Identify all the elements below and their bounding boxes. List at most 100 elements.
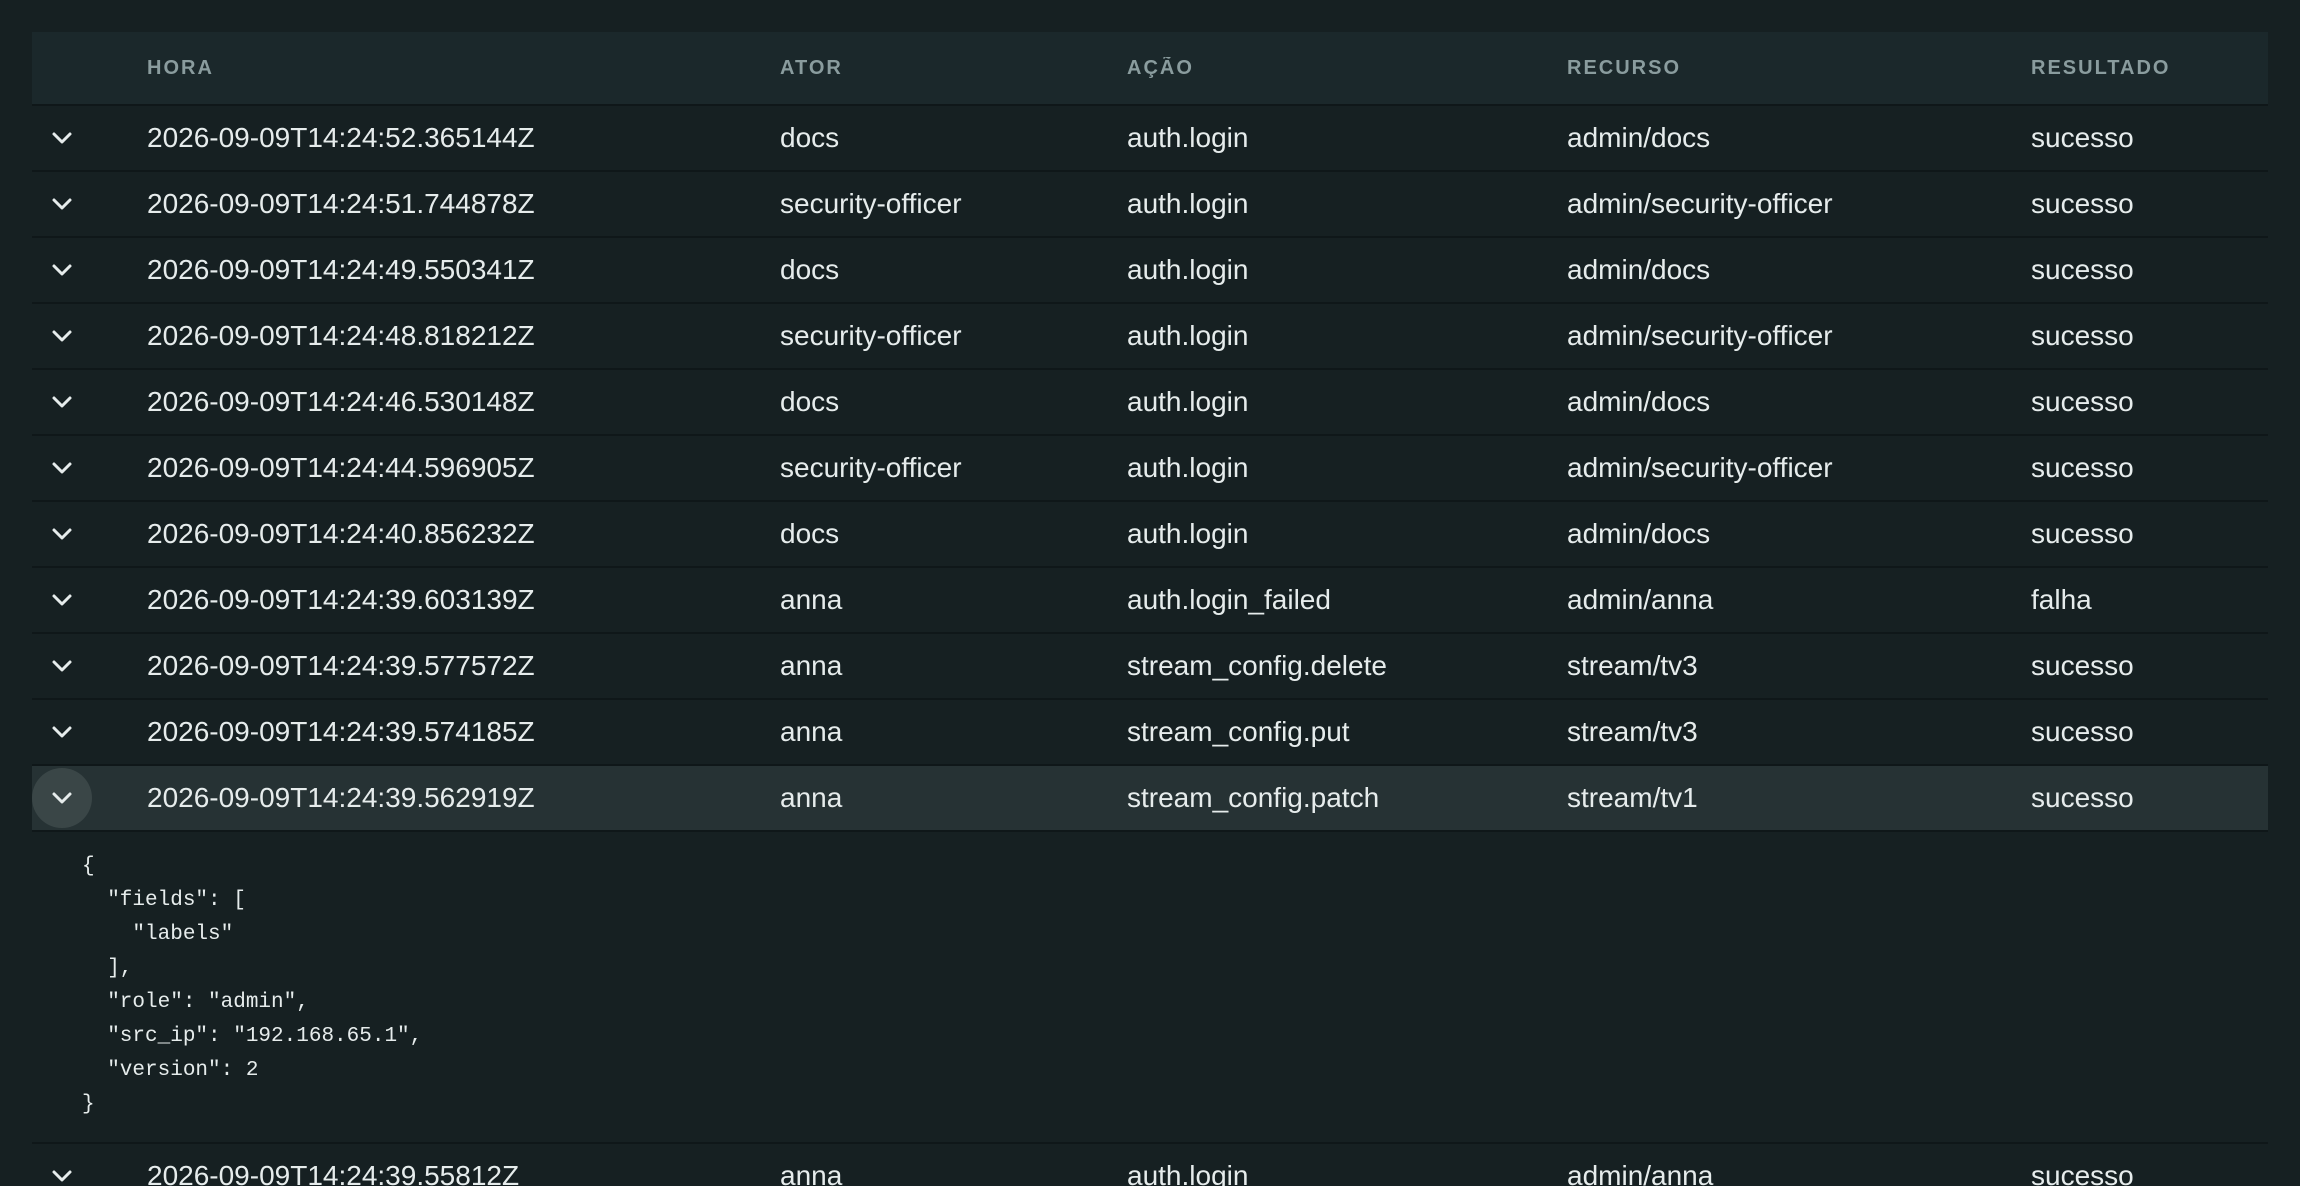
table-row[interactable]: 2026-09-09T14:24:46.530148Z docs auth.logi… bbox=[32, 370, 2268, 436]
table-row[interactable]: 2026-09-09T14:24:39.574185Z anna stream_co… bbox=[32, 700, 2268, 766]
row-details-panel: { "fields": [ "labels" ], "role": "admin… bbox=[32, 832, 2268, 1144]
cell-result: sucesso bbox=[2031, 782, 2134, 813]
chevron-down-icon bbox=[51, 791, 73, 805]
column-header-actor[interactable]: ATOR bbox=[780, 57, 1127, 80]
table-row[interactable]: 2026-09-09T14:24:49.550341Z docs auth.logi… bbox=[32, 238, 2268, 304]
chevron-down-icon bbox=[51, 659, 73, 673]
table-row[interactable]: 2026-09-09T14:24:40.856232Z docs auth.logi… bbox=[32, 502, 2268, 568]
cell-time: 2026-09-09T14:24:39.574185Z bbox=[147, 716, 535, 747]
cell-action: auth.login_failed bbox=[1127, 584, 1331, 615]
cell-time: 2026-09-09T14:24:48.818212Z bbox=[147, 320, 535, 351]
table-row[interactable]: 2026-09-09T14:24:44.596905Z security-offi… bbox=[32, 436, 2268, 502]
expand-row-button[interactable] bbox=[32, 636, 92, 696]
cell-actor: docs bbox=[780, 254, 840, 285]
cell-time: 2026-09-09T14:24:44.596905Z bbox=[147, 452, 535, 483]
expand-cell bbox=[32, 502, 147, 566]
cell-actor: docs bbox=[780, 122, 840, 153]
header-expand-spacer bbox=[32, 32, 147, 104]
expand-row-button[interactable] bbox=[32, 702, 92, 762]
table-row[interactable]: 2026-09-09T14:24:39.603139Z anna auth.logi… bbox=[32, 568, 2268, 634]
cell-result: sucesso bbox=[2031, 386, 2134, 417]
cell-resource: admin/docs bbox=[1567, 518, 1711, 549]
cell-time: 2026-09-09T14:24:52.365144Z bbox=[147, 122, 535, 153]
cell-action: auth.login bbox=[1127, 188, 1249, 219]
table-row[interactable]: 2026-09-09T14:24:52.365144Z docs auth.logi… bbox=[32, 106, 2268, 172]
expand-cell bbox=[32, 238, 147, 302]
cell-time: 2026-09-09T14:24:39.55812Z bbox=[147, 1160, 520, 1186]
cell-action: auth.login bbox=[1127, 386, 1249, 417]
expand-row-button[interactable] bbox=[32, 240, 92, 300]
expand-cell bbox=[32, 634, 147, 698]
expand-cell bbox=[32, 1144, 147, 1186]
expand-row-button[interactable] bbox=[32, 504, 92, 564]
expand-row-button[interactable] bbox=[32, 174, 92, 234]
cell-actor: security-officer bbox=[780, 188, 962, 219]
chevron-down-icon bbox=[51, 131, 73, 145]
expand-row-button[interactable] bbox=[32, 438, 92, 498]
cell-action: stream_config.patch bbox=[1127, 782, 1380, 813]
cell-resource: admin/security-officer bbox=[1567, 188, 1833, 219]
cell-resource: stream/tv3 bbox=[1567, 650, 1698, 681]
chevron-down-icon bbox=[51, 1169, 73, 1183]
table-row[interactable]: 2026-09-09T14:24:39.562919Z anna stream_co… bbox=[32, 766, 2268, 832]
chevron-down-icon bbox=[51, 725, 73, 739]
cell-result: sucesso bbox=[2031, 122, 2134, 153]
cell-time: 2026-09-09T14:24:49.550341Z bbox=[147, 254, 535, 285]
cell-actor: anna bbox=[780, 584, 843, 615]
cell-resource: stream/tv1 bbox=[1567, 782, 1698, 813]
cell-action: auth.login bbox=[1127, 320, 1249, 351]
expand-cell bbox=[32, 700, 147, 764]
cell-actor: docs bbox=[780, 518, 840, 549]
cell-time: 2026-09-09T14:24:39.603139Z bbox=[147, 584, 535, 615]
expand-cell bbox=[32, 106, 147, 170]
cell-action: stream_config.put bbox=[1127, 716, 1350, 747]
cell-resource: admin/docs bbox=[1567, 122, 1711, 153]
audit-log-table: HORA ATOR AÇÃO RECURSO RESULTADO 2026-09… bbox=[32, 32, 2268, 1186]
cell-actor: anna bbox=[780, 782, 843, 813]
table-row[interactable]: 2026-09-09T14:24:39.55812Z anna auth.login… bbox=[32, 1144, 2268, 1186]
details-json: { "fields": [ "labels" ], "role": "admin… bbox=[82, 855, 423, 1116]
cell-resource: admin/docs bbox=[1567, 386, 1711, 417]
cell-result: sucesso bbox=[2031, 716, 2134, 747]
cell-result: sucesso bbox=[2031, 320, 2134, 351]
expand-cell bbox=[32, 568, 147, 632]
column-header-action[interactable]: AÇÃO bbox=[1127, 57, 1567, 80]
cell-resource: admin/security-officer bbox=[1567, 452, 1833, 483]
column-header-resource[interactable]: RECURSO bbox=[1567, 57, 2031, 80]
expand-cell bbox=[32, 172, 147, 236]
expand-cell bbox=[32, 304, 147, 368]
expand-row-button[interactable] bbox=[32, 1146, 92, 1186]
expand-row-button[interactable] bbox=[32, 372, 92, 432]
cell-action: auth.login bbox=[1127, 1160, 1249, 1186]
expand-row-button[interactable] bbox=[32, 108, 92, 168]
expand-cell bbox=[32, 766, 147, 830]
cell-actor: security-officer bbox=[780, 320, 962, 351]
expand-row-button[interactable] bbox=[32, 306, 92, 366]
cell-action: auth.login bbox=[1127, 254, 1249, 285]
table-row[interactable]: 2026-09-09T14:24:51.744878Z security-offi… bbox=[32, 172, 2268, 238]
expand-row-button[interactable] bbox=[32, 570, 92, 630]
chevron-down-icon bbox=[51, 395, 73, 409]
cell-actor: anna bbox=[780, 650, 843, 681]
cell-result: sucesso bbox=[2031, 1160, 2134, 1186]
cell-resource: admin/docs bbox=[1567, 254, 1711, 285]
cell-resource: admin/security-officer bbox=[1567, 320, 1833, 351]
chevron-down-icon bbox=[51, 527, 73, 541]
cell-action: stream_config.delete bbox=[1127, 650, 1387, 681]
cell-result: sucesso bbox=[2031, 650, 2134, 681]
cell-time: 2026-09-09T14:24:39.562919Z bbox=[147, 782, 535, 813]
expand-row-button[interactable] bbox=[32, 768, 92, 828]
table-row[interactable]: 2026-09-09T14:24:48.818212Z security-offi… bbox=[32, 304, 2268, 370]
table-row[interactable]: 2026-09-09T14:24:39.577572Z anna stream_co… bbox=[32, 634, 2268, 700]
expand-cell bbox=[32, 370, 147, 434]
cell-time: 2026-09-09T14:24:40.856232Z bbox=[147, 518, 535, 549]
column-header-time[interactable]: HORA bbox=[147, 57, 780, 80]
cell-time: 2026-09-09T14:24:46.530148Z bbox=[147, 386, 535, 417]
cell-resource: admin/anna bbox=[1567, 584, 1714, 615]
cell-actor: anna bbox=[780, 1160, 843, 1186]
cell-time: 2026-09-09T14:24:39.577572Z bbox=[147, 650, 535, 681]
cell-result: sucesso bbox=[2031, 452, 2134, 483]
column-header-result[interactable]: RESULTADO bbox=[2031, 57, 2268, 80]
cell-result: sucesso bbox=[2031, 188, 2134, 219]
cell-result: sucesso bbox=[2031, 254, 2134, 285]
